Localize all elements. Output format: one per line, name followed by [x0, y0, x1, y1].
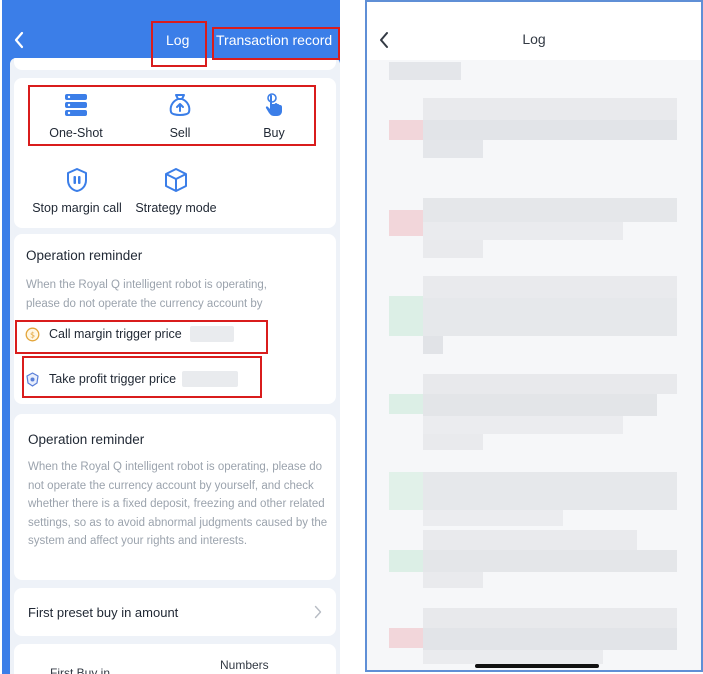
- log-list: [367, 60, 701, 670]
- log-text-blurred: [423, 628, 677, 650]
- first-preset-label: First preset buy in amount: [28, 604, 179, 620]
- highlight-take-profit: [22, 356, 262, 398]
- first-buy-card: First Buy in Numbers: [14, 644, 336, 674]
- strategy-mode-label: Strategy mode: [135, 201, 217, 215]
- log-text-blurred: [423, 98, 677, 120]
- log-text-blurred: [423, 374, 677, 394]
- log-text-blurred: [423, 434, 483, 450]
- chevron-right-icon: [314, 605, 322, 619]
- reminder-title: Operation reminder: [26, 248, 143, 263]
- log-text-blurred: [423, 140, 483, 158]
- home-indicator[interactable]: [475, 664, 599, 668]
- operation-reminder-details-card: Operation reminder When the Royal Q inte…: [14, 414, 336, 580]
- log-status-marker: [389, 550, 423, 572]
- log-text-blurred: [423, 650, 603, 664]
- highlight-log-tab: [151, 21, 207, 67]
- log-text-blurred: [423, 608, 677, 628]
- log-text-blurred: [423, 530, 637, 550]
- reminder-details-title: Operation reminder: [28, 432, 145, 447]
- log-text-blurred: [423, 276, 677, 298]
- log-title: Log: [522, 31, 546, 47]
- chevron-left-icon: [14, 31, 24, 49]
- first-preset-buy-row[interactable]: First preset buy in amount: [14, 588, 336, 636]
- back-button[interactable]: [8, 28, 30, 52]
- log-top-bar: Log: [367, 2, 701, 60]
- log-text-blurred: [423, 472, 677, 510]
- log-status-marker: [389, 210, 423, 236]
- highlight-call-margin: [15, 320, 268, 354]
- log-status-marker: [389, 394, 423, 414]
- highlight-actions: [28, 85, 316, 146]
- log-text-blurred: [423, 240, 483, 258]
- log-text-blurred: [423, 120, 677, 140]
- log-text-blurred: [423, 336, 443, 354]
- log-status-marker: [389, 628, 423, 648]
- log-status-marker: [389, 120, 423, 140]
- pause-shield-icon: [62, 165, 92, 195]
- reminder-text: When the Royal Q intelligent robot is op…: [26, 279, 267, 310]
- cube-icon: [161, 165, 191, 195]
- log-text-blurred: [423, 394, 657, 416]
- strategy-mode-button[interactable]: Strategy mode: [126, 165, 226, 215]
- log-screen: Log: [365, 0, 703, 672]
- margin-settings-screen: Log Transaction record One-Shot Sell Buy…: [2, 0, 340, 674]
- highlight-transaction-record-tab: [212, 27, 340, 60]
- numbers-label: Numbers: [220, 658, 269, 672]
- log-text-blurred: [423, 416, 623, 434]
- reminder-details-text: When the Royal Q intelligent robot is op…: [28, 461, 328, 547]
- log-status-marker: [389, 296, 423, 336]
- log-text-blurred: [423, 510, 563, 526]
- stop-margin-call-button[interactable]: Stop margin call: [20, 165, 134, 215]
- log-text-blurred: [423, 222, 623, 240]
- log-text-blurred: [423, 572, 483, 588]
- log-text-blurred: [423, 198, 677, 222]
- first-buy-label: First Buy in: [50, 666, 111, 674]
- log-text-blurred: [423, 298, 677, 336]
- log-text-blurred: [423, 550, 677, 572]
- log-date-header-blurred: [389, 62, 461, 80]
- log-status-marker: [389, 472, 423, 510]
- stop-margin-call-label: Stop margin call: [32, 201, 122, 215]
